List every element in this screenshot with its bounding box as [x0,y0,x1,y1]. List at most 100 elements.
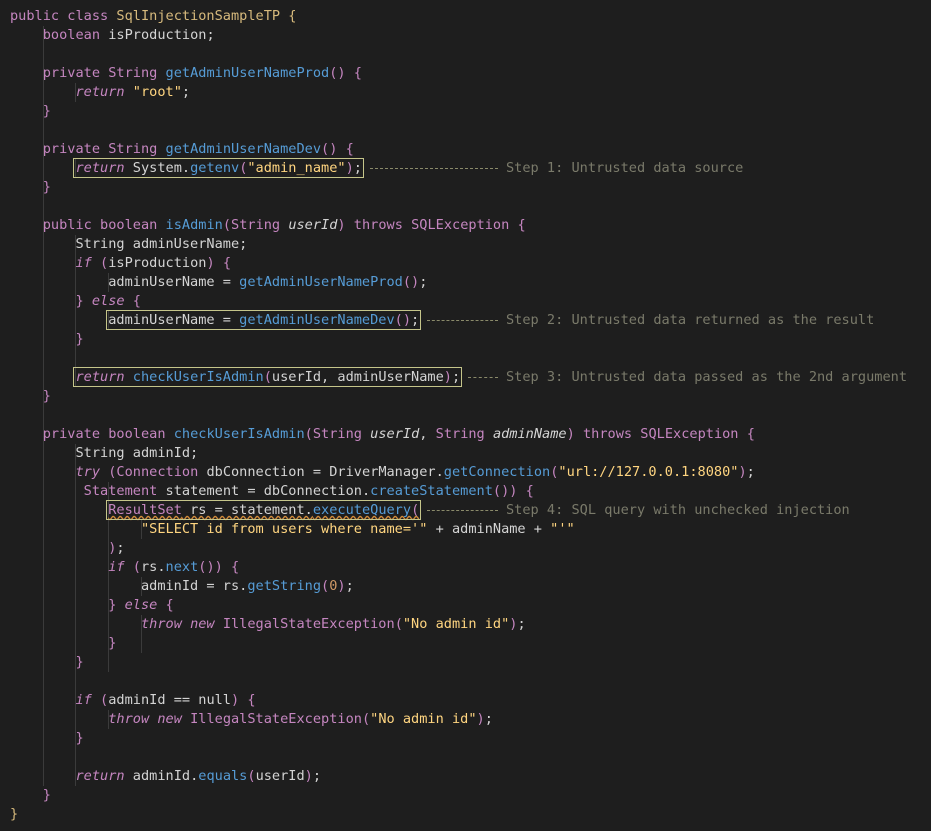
code-token: System. [124,160,191,176]
code-token: ; [484,711,493,727]
code-token: dbConnection = DriverManager. [198,464,444,480]
code-line[interactable]: private boolean checkUserIsAdmin(String … [10,425,755,444]
annotation-connector [427,319,498,321]
code-line[interactable]: public class SqlInjectionSampleTP { [10,7,296,26]
code-line[interactable]: private String getAdminUserNameProd() { [10,64,362,83]
code-token: if [108,559,125,575]
code-line[interactable]: if (isProduction) { [10,254,231,273]
code-token: getConnection [443,464,551,480]
code-token: ; [746,464,755,480]
warning-squiggle: ResultSet rs = statement.executeQuery( [108,502,419,518]
code-line[interactable]: ResultSet rs = statement.executeQuery( [10,500,422,520]
code-token: () [402,274,420,290]
code-token: userId, adminUserName [271,369,444,385]
highlighted-code-span: return checkUserIsAdmin(userId, adminUse… [73,367,463,387]
code-line[interactable]: throw new IllegalStateException("No admi… [10,615,526,634]
code-line[interactable]: } [10,102,51,121]
code-token: { [132,293,141,309]
code-token: isProduction; [100,27,215,43]
code-token: () [394,312,412,328]
code-line[interactable]: public boolean isAdmin(String userId) th… [10,216,526,235]
code-token: { [165,597,174,613]
code-line[interactable]: } [10,387,51,406]
code-line[interactable]: if (rs.next()) { [10,558,239,577]
code-line[interactable]: return "root"; [10,83,190,102]
code-token: return [75,768,125,784]
code-line[interactable]: throw new IllegalStateException("No admi… [10,710,493,729]
code-token: ( [321,578,330,594]
code-line[interactable]: return System.getenv("admin_name"); [10,158,364,178]
code-token: String adminUserName; [10,236,248,252]
code-line[interactable]: return adminId.equals(userId); [10,767,321,786]
code-line[interactable]: ); [10,539,124,558]
code-line[interactable]: adminUserName = getAdminUserNameProd(); [10,273,427,292]
code-line[interactable]: } [10,805,18,824]
code-line[interactable]: adminId = rs.getString(0); [10,577,354,596]
code-token: "root" [132,84,182,100]
code-line[interactable]: return checkUserIsAdmin(userId, adminUse… [10,367,463,387]
code-token: throw [140,616,182,632]
code-token: { [231,559,240,575]
code-token: if [75,255,92,271]
code-token: SQLException [411,217,510,233]
code-line[interactable]: private String getAdminUserNameDev() { [10,140,354,159]
code-token: ( [304,426,313,442]
code-line[interactable]: try (Connection dbConnection = DriverMan… [10,463,755,482]
highlighted-code-span: return System.getenv("admin_name"); [73,158,364,178]
code-token: isAdmin [165,217,223,233]
code-token: SQLException [640,426,739,442]
code-token: ( [100,692,109,708]
code-token: return [75,84,125,100]
code-token: ) [566,426,575,442]
code-line[interactable]: String adminUserName; [10,235,247,254]
code-line[interactable]: } [10,634,116,653]
code-line[interactable]: } else { [10,292,141,311]
code-editor[interactable]: public class SqlInjectionSampleTP { bool… [0,0,931,831]
code-token: } [75,654,84,670]
code-token: "'" [550,521,575,537]
code-line[interactable]: } [10,330,83,349]
code-token: ) [214,559,223,575]
code-token: ( [222,217,232,233]
code-line[interactable]: } [10,178,51,197]
code-line[interactable]: adminUserName = getAdminUserNameDev(); [10,310,422,330]
code-line[interactable]: if (adminId == null) { [10,691,255,710]
code-line[interactable]: boolean isProduction; [10,26,215,45]
code-token: ; [312,768,322,784]
code-token: () [198,559,215,575]
code-line[interactable]: } [10,729,83,748]
code-line[interactable]: } [10,653,84,672]
code-token: return [75,369,125,385]
code-token: next [165,559,199,575]
code-line[interactable]: String adminId; [10,444,198,463]
code-line[interactable]: Statement statement = dbConnection.creat… [10,482,534,501]
code-line[interactable]: "SELECT id from users where name='" + ad… [10,520,575,539]
code-line[interactable]: } else { [10,596,174,615]
step-annotation: Step 3: Untrusted data passed as the 2nd… [468,368,907,387]
code-line[interactable]: } [10,786,51,805]
code-token: } [108,635,117,651]
step-annotation: Step 4: SQL query with unchecked injecti… [427,501,850,520]
